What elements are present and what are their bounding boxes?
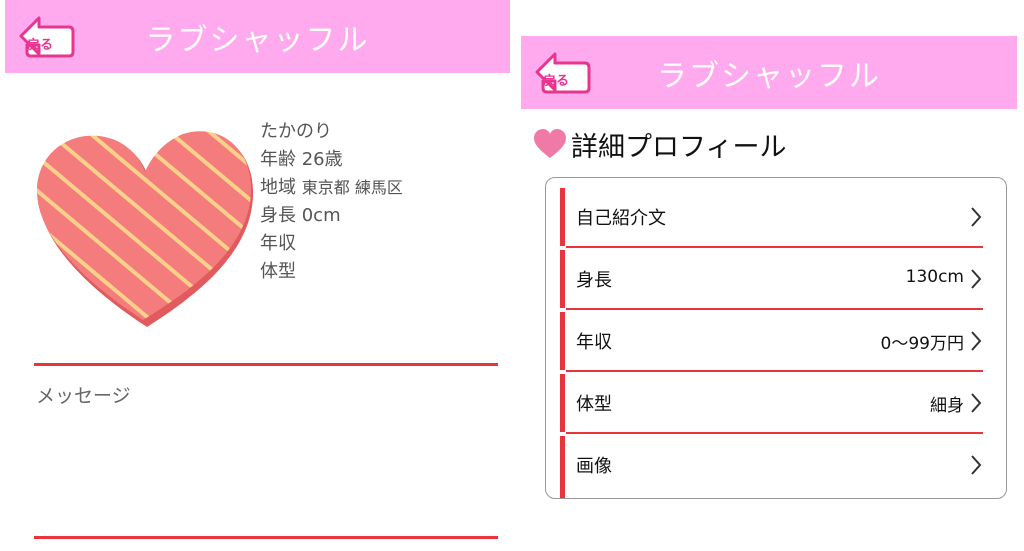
divider xyxy=(34,363,498,366)
profile-summary: たかのり 年齢 26歳 地域 東京都 練馬区 身長 0cm 年収 体型 xyxy=(260,118,403,286)
app-title: ラブシャッフル xyxy=(657,58,881,94)
row-underline xyxy=(566,308,983,310)
row-label: 自己紹介文 xyxy=(576,208,666,229)
row-self-introduction[interactable]: 自己紹介文 xyxy=(560,188,990,251)
heart-icon xyxy=(534,129,566,158)
profile-screen: 戻る ラブシャッフル たかのり 年齢 26歳 地域 東京都 練馬区 身長 0cm… xyxy=(5,0,510,551)
profile-name: たかのり xyxy=(260,121,332,142)
profile-photo-heart[interactable] xyxy=(33,122,257,332)
row-label: 身長 xyxy=(576,270,612,291)
row-underline xyxy=(566,370,983,372)
row-images[interactable]: 画像 xyxy=(560,436,990,499)
row-accent-bar xyxy=(560,374,565,432)
app-title: ラブシャッフル xyxy=(145,22,370,58)
detail-profile-screen: 戻る ラブシャッフル 詳細プロフィール 自己紹介文 身長 130cm 年収 0〜… xyxy=(521,36,1017,516)
row-accent-bar xyxy=(560,250,565,308)
income-label: 年収 xyxy=(260,233,296,254)
row-label: 年収 xyxy=(576,332,612,353)
row-accent-bar xyxy=(560,436,565,498)
age-value: 26歳 xyxy=(301,149,343,170)
area-value: 東京都 練馬区 xyxy=(301,178,403,197)
row-label: 体型 xyxy=(576,394,612,415)
back-button[interactable]: 戻る xyxy=(533,50,591,94)
row-accent-bar xyxy=(560,312,565,370)
chevron-right-icon xyxy=(971,455,982,475)
row-height[interactable]: 身長 130cm xyxy=(560,250,990,313)
row-value: 0〜99万円 xyxy=(880,334,964,354)
profile-age: 年齢 26歳 xyxy=(260,146,403,174)
row-underline xyxy=(566,432,983,434)
back-label: 戻る xyxy=(543,74,570,89)
area-label: 地域 xyxy=(260,177,296,198)
chevron-right-icon xyxy=(971,331,982,351)
row-body-type[interactable]: 体型 細身 xyxy=(560,374,990,437)
section-title: 詳細プロフィール xyxy=(571,131,787,163)
row-income[interactable]: 年収 0〜99万円 xyxy=(560,312,990,375)
row-value: 細身 xyxy=(930,396,964,416)
body-type-label: 体型 xyxy=(260,261,296,282)
chevron-right-icon xyxy=(971,269,982,289)
chevron-right-icon xyxy=(971,393,982,413)
profile-height: 身長 0cm xyxy=(260,202,403,230)
divider xyxy=(34,536,498,539)
profile-area: 地域 東京都 練馬区 xyxy=(260,174,403,202)
chevron-right-icon xyxy=(971,207,982,227)
row-label: 画像 xyxy=(576,456,612,477)
back-label: 戻る xyxy=(27,38,54,53)
age-label: 年齢 xyxy=(260,149,296,170)
row-value: 130cm xyxy=(905,267,964,287)
height-label: 身長 xyxy=(260,205,296,226)
height-value: 0cm xyxy=(301,205,341,226)
section-heading: 詳細プロフィール xyxy=(533,124,786,164)
row-underline xyxy=(566,246,983,248)
back-button[interactable]: 戻る xyxy=(17,14,75,58)
message-label: メッセージ xyxy=(36,385,131,407)
app-header: 戻る ラブシャッフル xyxy=(521,36,1017,109)
app-header: 戻る ラブシャッフル xyxy=(5,0,510,73)
row-accent-bar xyxy=(560,188,565,246)
detail-list: 自己紹介文 身長 130cm 年収 0〜99万円 体型 細身 画像 xyxy=(545,177,1007,499)
